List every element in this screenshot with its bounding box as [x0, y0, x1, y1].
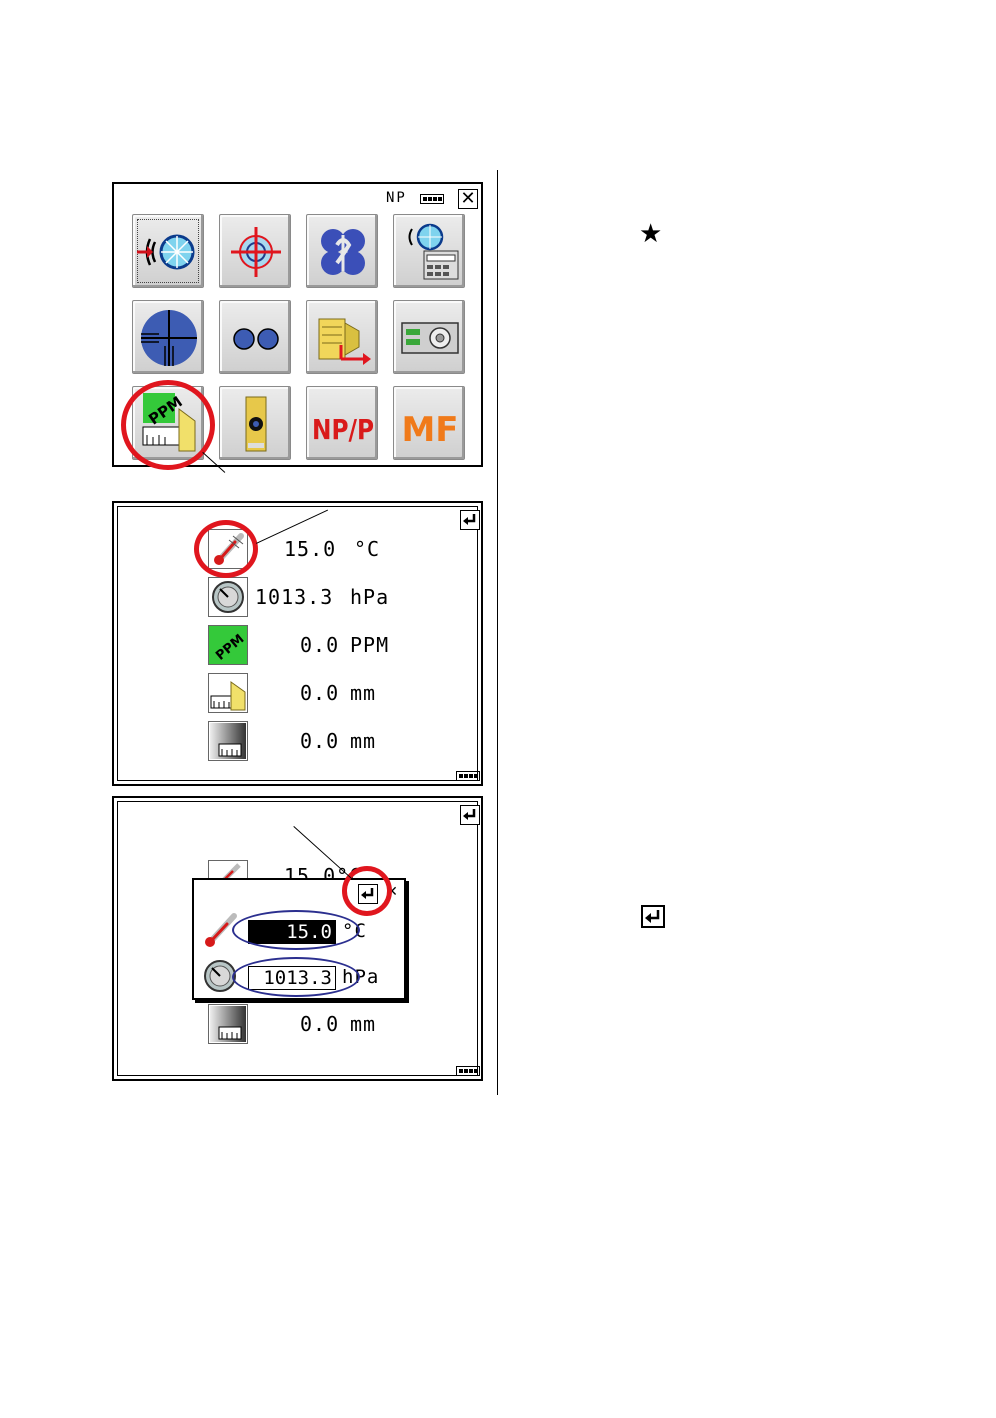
edm-target-icon [137, 234, 195, 270]
tile-manual-focus[interactable]: MF [393, 386, 465, 460]
enter-icon [463, 809, 476, 820]
temperature-value: 15.0 [284, 537, 337, 561]
target-mode-indicator: NP [386, 190, 407, 206]
column-divider [497, 170, 498, 1095]
enter-button[interactable] [460, 510, 480, 530]
np-constant-value: 0.0 [300, 729, 340, 753]
level-vial-icon [245, 396, 267, 452]
close-button[interactable]: ✕ [458, 189, 478, 209]
field-highlight-ellipse [232, 957, 360, 997]
svg-text:PPM: PPM [213, 632, 247, 664]
enter-icon [645, 910, 660, 923]
prism-constant-value: 0.0 [300, 681, 340, 705]
enter-icon [463, 514, 476, 525]
crosshair-target-icon [231, 227, 281, 277]
barometer-icon [212, 581, 244, 613]
tile-sight-target[interactable] [219, 214, 291, 288]
np-constant-unit: mm [350, 1012, 377, 1036]
pressure-button[interactable] [208, 577, 248, 617]
tile-level[interactable] [219, 386, 291, 460]
np-constant-unit: mm [350, 729, 377, 753]
enter-button[interactable] [460, 805, 480, 825]
ppm-unit: PPM [350, 633, 390, 657]
pressure-value: 1013.3 [255, 585, 334, 609]
tile-reticle[interactable] [132, 300, 204, 374]
tile-np-p-toggle[interactable]: NP/P [306, 386, 378, 460]
np-p-icon: NP/P [312, 413, 374, 446]
np-constant-icon [210, 1006, 246, 1042]
np-constant-icon [210, 723, 246, 759]
highlight-circle [194, 520, 258, 578]
mf-label: MF [401, 410, 458, 450]
ppm-button[interactable]: PPM [208, 625, 248, 665]
battery-icon [420, 194, 444, 204]
pressure-unit: hPa [350, 585, 390, 609]
np-constant-value: 0.0 [300, 1012, 340, 1036]
prism-constant-button[interactable] [208, 673, 248, 713]
edm-keypad-icon [408, 223, 459, 280]
dual-dots-icon [233, 328, 279, 350]
enter-key-symbol [641, 905, 665, 928]
edit-screen: 15.0°C ✕ 15.0 °C 1013.3 hPa 0.0 mm [112, 796, 483, 1081]
reticle-icon [141, 310, 197, 366]
star-symbol: ★ [639, 219, 663, 249]
temperature-unit: °C [354, 537, 381, 561]
battery-icon [456, 771, 480, 781]
prism-constant-icon [210, 681, 246, 711]
data-output-icon [318, 318, 371, 365]
ppm-screen: 15.0 °C 1013.3 hPa PPM 0.0 PPM 0.0 mm 0.… [112, 501, 483, 786]
program-logo-icon [321, 229, 365, 275]
tile-card-memory[interactable] [393, 300, 465, 374]
temperature-button [208, 860, 248, 883]
mf-icon: MF [401, 410, 458, 450]
menu-screen: NP ✕ PPM NP/P MF [112, 182, 483, 470]
ppm-value: 0.0 [300, 633, 340, 657]
field-highlight-ellipse [232, 910, 360, 950]
ppm-icon: PPM [213, 632, 247, 664]
highlight-circle [342, 866, 392, 916]
memory-card-icon [401, 322, 459, 354]
battery-icon [456, 1066, 480, 1076]
np-constant-button[interactable] [208, 721, 248, 761]
tile-tilt[interactable] [219, 300, 291, 374]
tile-measure-edm[interactable] [132, 214, 204, 288]
tile-data-output[interactable] [306, 300, 378, 374]
tile-edm-config[interactable] [393, 214, 465, 288]
tile-program[interactable] [306, 214, 378, 288]
np-constant-button[interactable] [208, 1004, 248, 1044]
prism-constant-unit: mm [350, 681, 377, 705]
highlight-circle [121, 380, 215, 470]
np-p-label: NP/P [312, 413, 374, 446]
